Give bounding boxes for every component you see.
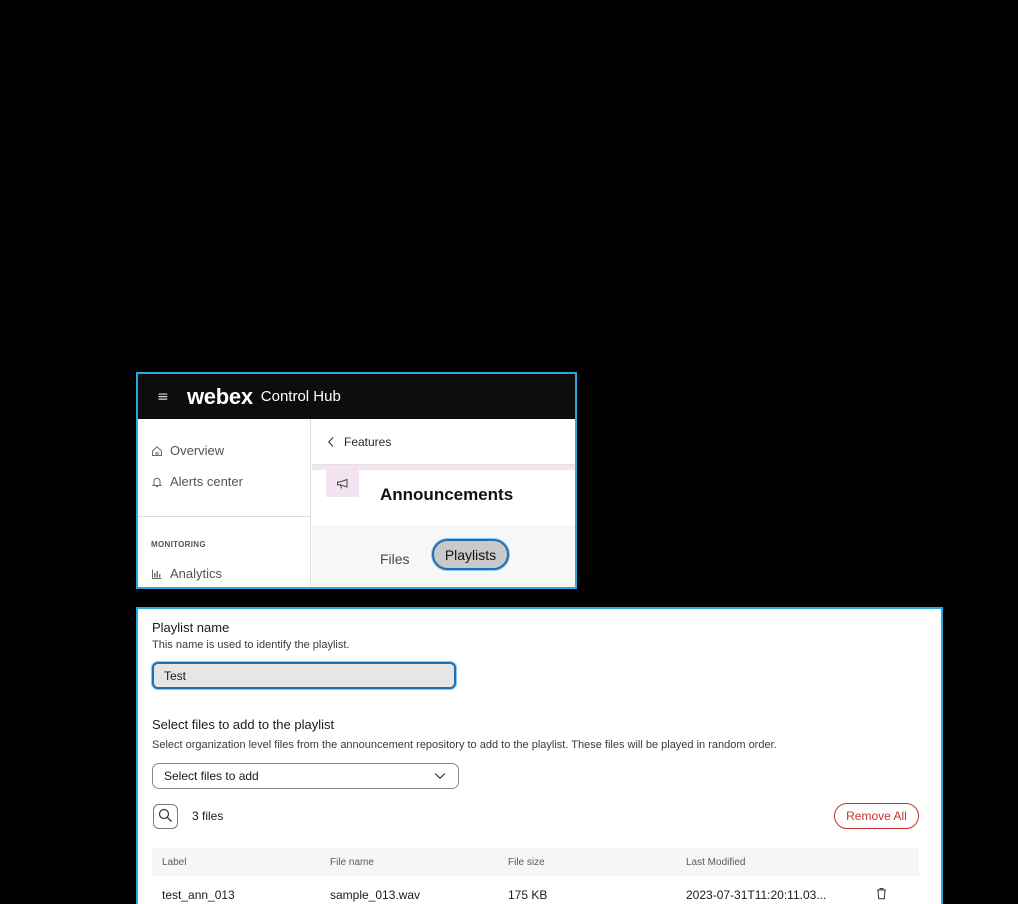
back-to-features-link[interactable]: Features <box>327 435 391 449</box>
top-bar: ≡ webex Control Hub <box>138 374 575 419</box>
column-header-file-name[interactable]: File name <box>330 857 508 868</box>
sidebar-item-analytics[interactable]: Analytics <box>151 566 222 581</box>
tab-files[interactable]: Files <box>380 551 410 567</box>
chevron-down-icon <box>434 769 446 783</box>
megaphone-icon <box>326 470 359 497</box>
cell-label: test_ann_013 <box>162 888 235 902</box>
sidebar-item-alerts-center[interactable]: Alerts center <box>151 474 243 489</box>
cell-file-name: sample_013.wav <box>330 888 421 902</box>
select-files-placeholder: Select files to add <box>164 769 259 783</box>
tab-bar: Files Playlists <box>312 525 575 587</box>
features-content: Features Announcements Files Playlists <box>312 419 575 587</box>
search-files-button[interactable] <box>153 804 178 829</box>
table-header: Label File name File size Last Modified <box>152 848 919 876</box>
file-count: 3 files <box>192 809 224 823</box>
sidebar-item-label: Analytics <box>170 566 223 581</box>
analytics-icon <box>151 568 163 580</box>
delete-file-button[interactable] <box>874 887 888 903</box>
select-files-help: Select organization level files from the… <box>152 739 777 751</box>
playlist-name-input[interactable] <box>152 662 456 689</box>
select-files-dropdown[interactable]: Select files to add <box>152 763 459 789</box>
sidebar-item-label: Alerts center <box>170 474 243 489</box>
sidebar-item-label: Overview <box>170 443 225 458</box>
sidebar-item-overview[interactable]: Overview <box>151 443 224 458</box>
column-header-file-size[interactable]: File size <box>508 857 686 868</box>
tab-playlists[interactable]: Playlists <box>432 539 509 570</box>
back-link-label: Features <box>344 435 392 449</box>
nav-section-heading: MONITORING <box>151 540 206 549</box>
files-table: Label File name File size Last Modified … <box>152 848 919 904</box>
table-row: test_ann_013 sample_013.wav 175 KB 2023-… <box>152 876 919 904</box>
trash-icon <box>876 887 887 903</box>
brand-logo: webex <box>187 383 253 409</box>
select-files-title: Select files to add to the playlist <box>152 717 335 732</box>
side-nav: Overview Alerts center MONITORING Analyt… <box>138 419 311 587</box>
search-icon <box>158 808 173 826</box>
column-header-label[interactable]: Label <box>152 857 330 868</box>
playlist-name-help: This name is used to identify the playli… <box>152 639 350 651</box>
cell-file-size: 175 KB <box>508 888 548 902</box>
playlist-name-title: Playlist name <box>152 620 230 635</box>
control-hub-panel: ≡ webex Control Hub Overview Alerts cent… <box>136 372 577 589</box>
remove-all-button[interactable]: Remove All <box>834 803 919 829</box>
cell-actions <box>874 887 919 903</box>
hamburger-icon[interactable]: ≡ <box>157 389 171 405</box>
cell-last-modified: 2023-07-31T11:20:11.03... <box>686 888 827 902</box>
page-title: Announcements <box>380 485 514 504</box>
home-icon <box>151 445 163 457</box>
playlist-form-panel: Playlist name This name is used to ident… <box>136 607 943 904</box>
chevron-left-icon <box>327 436 337 448</box>
column-header-last-modified[interactable]: Last Modified <box>686 857 874 868</box>
product-name: Control Hub <box>260 388 341 405</box>
bell-icon <box>151 476 163 488</box>
nav-divider <box>138 516 311 517</box>
